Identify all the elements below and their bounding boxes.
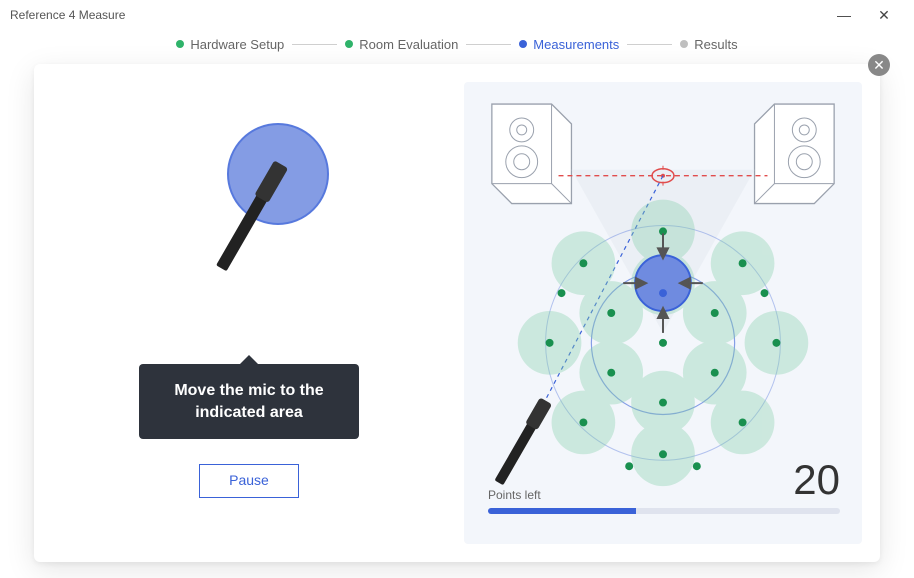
step-dot-icon xyxy=(680,40,688,48)
step-dot-icon xyxy=(519,40,527,48)
window-title: Reference 4 Measure xyxy=(10,8,125,22)
step-connector xyxy=(627,44,672,45)
step-label: Hardware Setup xyxy=(190,37,284,52)
pause-label: Pause xyxy=(229,472,269,488)
step-room-evaluation: Room Evaluation xyxy=(345,37,458,52)
step-connector xyxy=(466,44,511,45)
step-label: Room Evaluation xyxy=(359,37,458,52)
step-measurements: Measurements xyxy=(519,37,619,52)
main-card: ✕ Move the mic to the indicated area Pau… xyxy=(34,64,880,562)
left-pane: Move the mic to the indicated area Pause xyxy=(34,64,464,562)
step-dot-icon xyxy=(345,40,353,48)
step-results: Results xyxy=(680,37,737,52)
progress-fill xyxy=(488,508,636,514)
points-left-label: Points left xyxy=(488,488,541,502)
speaker-left-icon xyxy=(492,104,572,204)
right-pane: Points left 20 xyxy=(464,82,862,544)
minimize-button[interactable]: — xyxy=(824,7,864,23)
speaker-right-icon xyxy=(755,104,835,204)
step-connector xyxy=(292,44,337,45)
close-card-button[interactable]: ✕ xyxy=(868,54,890,76)
mic-icon xyxy=(493,397,552,486)
points-left-value: 20 xyxy=(793,456,840,504)
mic-target-illustration xyxy=(198,114,348,314)
stepper: Hardware Setup Room Evaluation Measureme… xyxy=(0,30,914,58)
pause-button[interactable]: Pause xyxy=(199,464,299,498)
close-button[interactable]: ✕ xyxy=(864,7,904,24)
progress-bar xyxy=(488,508,840,514)
step-label: Measurements xyxy=(533,37,619,52)
instruction-tooltip: Move the mic to the indicated area xyxy=(139,364,359,439)
step-hardware-setup: Hardware Setup xyxy=(176,37,284,52)
step-label: Results xyxy=(694,37,737,52)
instruction-text: Move the mic to the indicated area xyxy=(174,382,323,421)
step-dot-icon xyxy=(176,40,184,48)
titlebar: Reference 4 Measure — ✕ xyxy=(0,0,914,30)
